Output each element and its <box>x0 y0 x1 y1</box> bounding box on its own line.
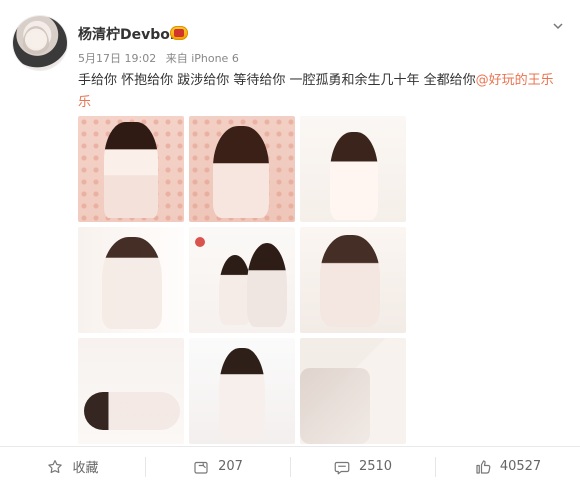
photo-7[interactable] <box>78 338 184 444</box>
weibo-post-card: 杨清柠Devbor 5月17日 19:02 来自 iPhone 6 手给你 怀抱… <box>0 0 580 486</box>
favorite-button[interactable]: 收藏 <box>0 457 145 476</box>
like-icon <box>474 458 492 476</box>
vip-badge-icon <box>170 26 188 40</box>
post-meta: 5月17日 19:02 来自 iPhone 6 <box>78 50 245 66</box>
favorite-label: 收藏 <box>72 461 99 476</box>
star-icon <box>46 458 64 476</box>
like-count: 40527 <box>499 459 542 474</box>
repost-count: 207 <box>218 459 243 474</box>
photo-5[interactable] <box>189 227 295 333</box>
photo-9[interactable] <box>300 338 406 444</box>
chevron-down-icon-svg <box>553 23 563 30</box>
repost-button[interactable]: 207 <box>145 458 290 476</box>
like-button[interactable]: 40527 <box>435 458 580 476</box>
post-source: 来自 iPhone 6 <box>165 52 239 65</box>
comment-icon <box>333 458 351 476</box>
photo-2-content <box>213 126 269 218</box>
footer-divider-1 <box>145 457 146 477</box>
image-grid <box>78 116 406 444</box>
post-text-body: 手给你 怀抱给你 跋涉给你 等待给你 一腔孤勇和余生几十年 全都给你 <box>78 73 476 88</box>
username[interactable]: 杨清柠Devbor <box>78 24 177 44</box>
photo-2[interactable] <box>189 116 295 222</box>
photo-4[interactable] <box>78 227 184 333</box>
photo-6-content <box>320 235 380 327</box>
photo-8-content <box>219 348 265 440</box>
action-bar: 收藏 207 2510 40527 <box>0 446 580 486</box>
photo-1[interactable] <box>78 116 184 222</box>
photo-5-content-b <box>247 243 287 327</box>
photo-3[interactable] <box>300 116 406 222</box>
footer-divider-3 <box>435 457 436 477</box>
chevron-down-icon[interactable] <box>552 20 564 32</box>
photo-7-content <box>84 392 180 430</box>
comment-button[interactable]: 2510 <box>290 458 435 476</box>
comment-count: 2510 <box>358 459 393 474</box>
avatar[interactable] <box>13 16 67 70</box>
post-timestamp: 5月17日 19:02 <box>78 52 157 65</box>
photo-1-content <box>104 122 158 218</box>
post-text: 手给你 怀抱给你 跋涉给你 等待给你 一腔孤勇和余生几十年 全都给你@好玩的王乐… <box>78 70 558 114</box>
photo-3-content <box>330 132 378 220</box>
photo-5-heart <box>195 237 205 247</box>
photo-4-content <box>102 237 162 329</box>
photo-8[interactable] <box>189 338 295 444</box>
photo-6[interactable] <box>300 227 406 333</box>
repost-icon <box>192 458 210 476</box>
footer-divider-2 <box>290 457 291 477</box>
